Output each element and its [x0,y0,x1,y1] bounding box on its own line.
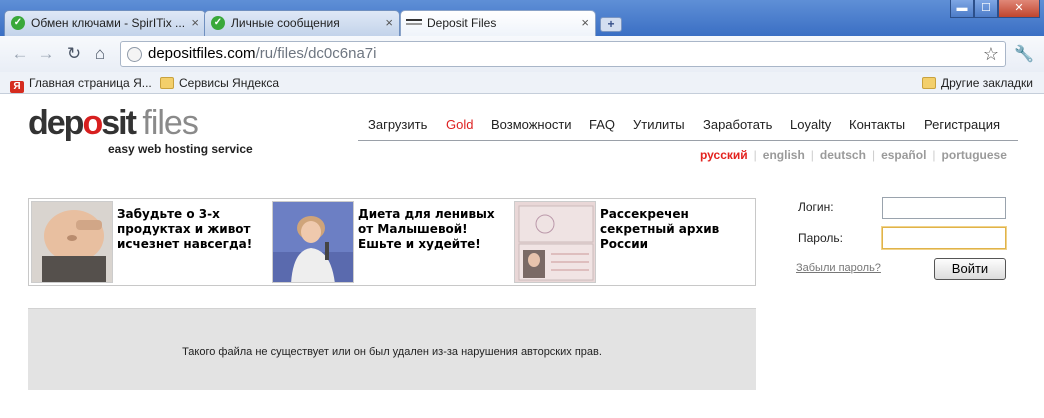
browser-titlebar: ✓ Обмен ключами - SpirITix ... × ✓ Личны… [0,0,1044,37]
other-bookmarks[interactable]: Другие закладки [922,75,1033,91]
address-bar[interactable]: depositfiles.com/ru/files/dc0c6na7i ☆ [120,41,1006,67]
ad-item[interactable]: Диета для ленивых от Малышевой! Ешьте и … [272,201,512,283]
login-input[interactable] [882,197,1006,219]
login-form: Логин: Пароль: Забыли пароль? Войти [796,196,1016,286]
ad-text[interactable]: Забудьте о 3-х продуктах и живот исчезне… [117,207,267,252]
nav-upload[interactable]: Загрузить [368,117,427,132]
nav-utilities[interactable]: Утилиты [633,117,685,132]
folder-icon [160,77,174,89]
ad-item[interactable]: Рассекречен секретный архив России [514,201,754,283]
nav-earn[interactable]: Заработать [703,117,772,132]
lang-english[interactable]: english [763,148,805,162]
url-host: depositfiles.com [148,45,256,62]
bookmark-label: Другие закладки [941,76,1033,90]
nav-gold[interactable]: Gold [446,117,473,132]
close-tab-icon[interactable]: × [581,11,589,35]
ad-block: Забудьте о 3-х продуктах и живот исчезне… [28,198,756,286]
nav-loyalty[interactable]: Loyalty [790,117,831,132]
bookmark-yandex-home[interactable]: Я Главная страница Я... [10,75,152,93]
nav-faq[interactable]: FAQ [589,117,615,132]
ad-image-belly [32,202,112,282]
bookmark-star-icon[interactable]: ☆ [983,44,999,65]
forgot-password-link[interactable]: Забыли пароль? [796,262,881,274]
lang-spanish[interactable]: español [881,148,926,162]
nav-contacts[interactable]: Контакты [849,117,905,132]
language-switcher: русский | english | deutsch | español | portugue… [700,148,1007,162]
bookmark-yandex-services[interactable]: Сервисы Яндекса [160,75,279,91]
forward-icon[interactable]: → [36,44,56,64]
folder-icon [922,77,936,89]
check-icon: ✓ [211,16,225,30]
tab-title: Обмен ключами - SpirITix ... [31,16,186,30]
bookmark-label: Главная страница Я... [29,76,152,90]
bookmarks-bar: Я Главная страница Я... Сервисы Яндекса Д… [0,72,1044,94]
tab-spiritix[interactable]: ✓ Обмен ключами - SpirITix ... × [4,10,206,36]
file-not-found-notice: Такого файла не существует или он был уд… [28,308,756,390]
minimize-button[interactable]: ▬ [950,0,974,18]
ad-thumbnail[interactable] [514,201,596,283]
url-path: /ru/files/dc0c6na7i [255,45,377,62]
ad-thumbnail[interactable] [31,201,113,283]
new-tab-button[interactable]: + [600,17,622,32]
tab-messages[interactable]: ✓ Личные сообщения × [204,10,400,36]
reload-icon[interactable]: ↻ [64,44,84,64]
ad-image-document [515,202,595,282]
home-icon[interactable]: ⌂ [90,44,110,64]
logo-part: dep [28,104,84,142]
globe-icon [127,47,142,62]
notice-text: Такого файла не существует или он был уд… [182,346,602,358]
lang-russian[interactable]: русский [700,148,748,162]
browser-toolbar: ← → ↻ ⌂ depositfiles.com/ru/files/dc0c6n… [0,36,1044,72]
check-icon: ✓ [11,16,25,30]
ad-thumbnail[interactable] [272,201,354,283]
logo-tagline: easy web hosting service [108,142,253,156]
main-nav: Загрузить Gold Возможности FAQ Утилиты З… [358,117,1018,141]
wrench-icon[interactable]: 🔧 [1014,44,1034,64]
nav-register[interactable]: Регистрация [924,117,1000,132]
password-input[interactable] [882,227,1006,249]
lang-german[interactable]: deutsch [820,148,866,162]
logo-part: o [82,104,103,142]
ad-text[interactable]: Диета для ленивых от Малышевой! Ешьте и … [358,207,508,252]
close-tab-icon[interactable]: × [191,11,199,35]
bookmark-label: Сервисы Яндекса [179,76,280,90]
ad-image-tvhost [273,202,353,282]
close-tab-icon[interactable]: × [385,11,393,35]
login-button[interactable]: Войти [934,258,1006,280]
depositfiles-favicon [406,19,422,25]
tab-title: Личные сообщения [231,16,340,30]
depositfiles-logo[interactable]: deposit files easy web hosting service [28,104,253,156]
maximize-button[interactable]: ☐ [974,0,998,18]
ad-text[interactable]: Рассекречен секретный архив России [600,207,750,252]
tab-title: Deposit Files [427,16,497,30]
yandex-icon: Я [10,81,24,93]
logo-wordmark: deposit files [28,104,199,142]
back-icon[interactable]: ← [10,44,30,64]
tab-depositfiles[interactable]: Deposit Files × [400,10,596,37]
login-label: Логин: [798,200,834,214]
logo-part: sit [101,104,137,142]
password-label: Пароль: [798,231,843,245]
nav-features[interactable]: Возможности [491,117,572,132]
url-text[interactable]: depositfiles.com/ru/files/dc0c6na7i [148,42,376,66]
ad-item[interactable]: Забудьте о 3-х продуктах и живот исчезне… [31,201,271,283]
close-window-button[interactable]: ✕ [998,0,1040,18]
lang-portuguese[interactable]: portuguese [942,148,1007,162]
logo-part: files [142,104,198,142]
